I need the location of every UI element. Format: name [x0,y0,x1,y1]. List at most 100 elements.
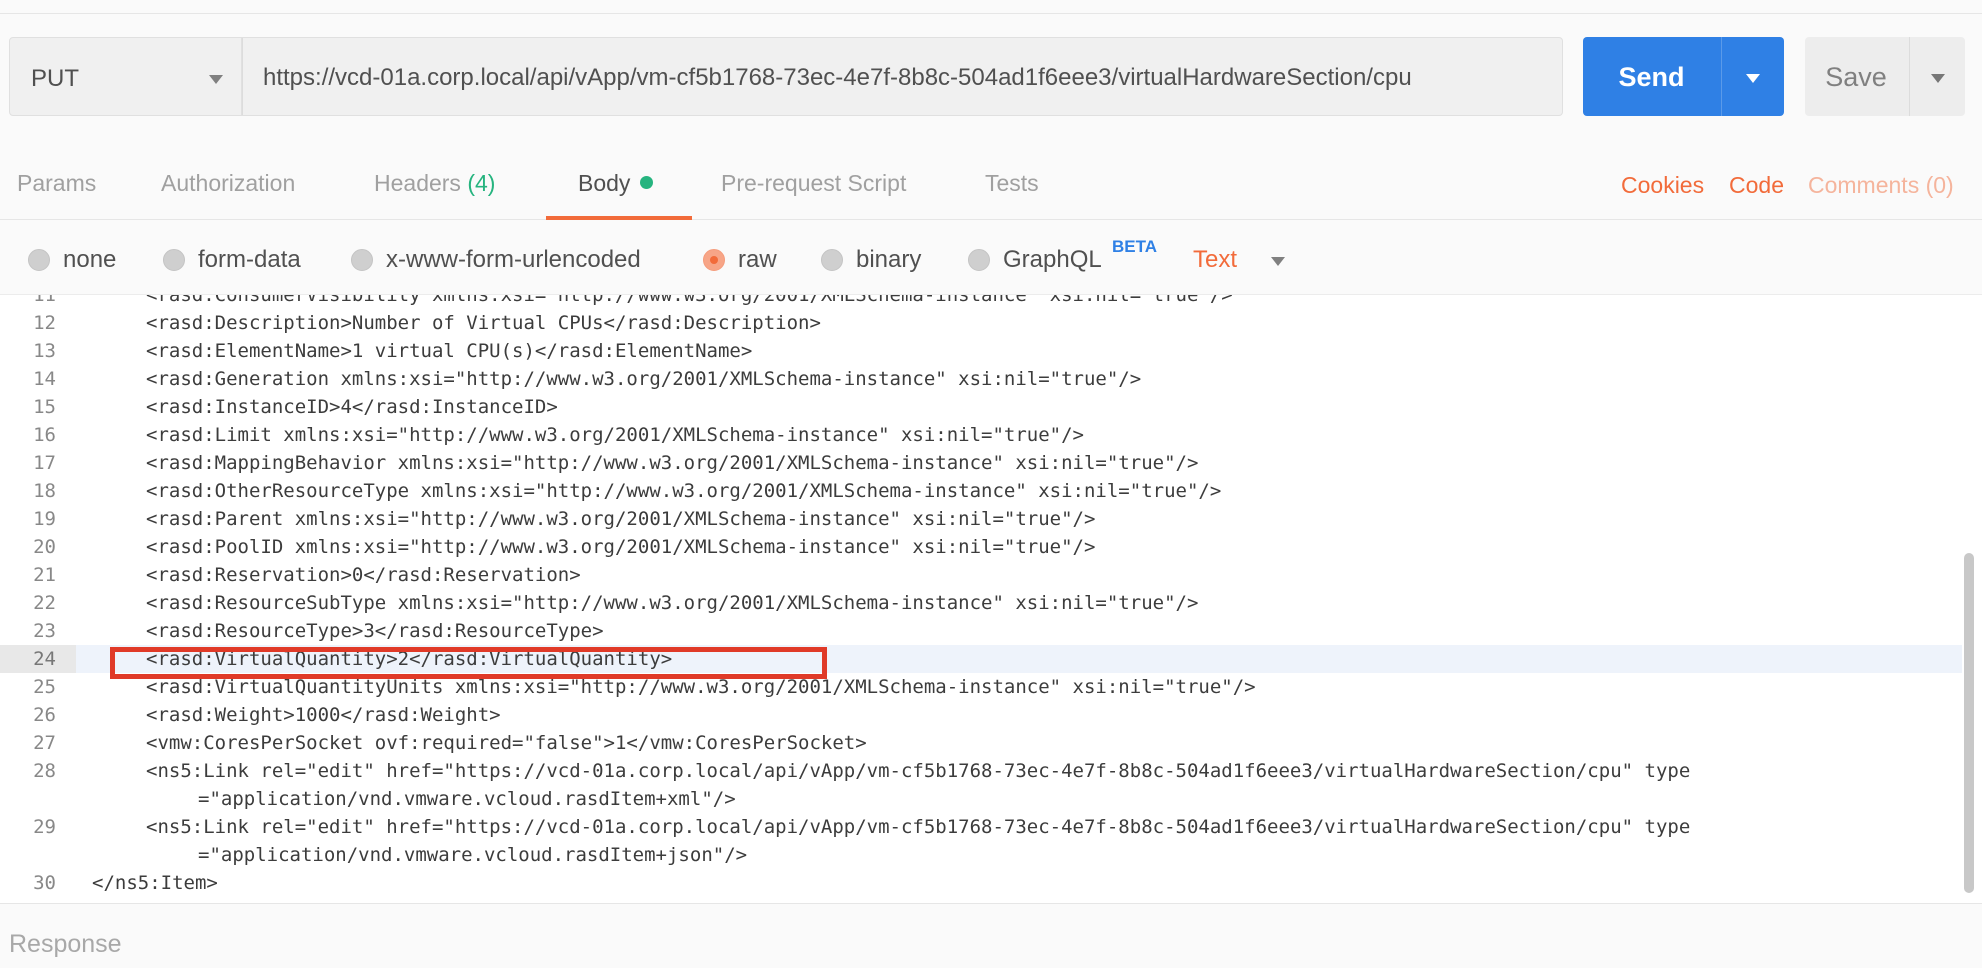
line-number: 23 [33,620,56,642]
radio-graphql[interactable] [968,249,990,271]
method-select[interactable]: PUT [9,37,242,116]
line-number: 20 [33,536,56,558]
code-line[interactable]: 16 <rasd:Limit xmlns:xsi="http://www.w3.o… [0,421,1962,449]
code-line[interactable]: 23 <rasd:ResourceType>3</rasd:ResourceTyp… [0,617,1962,645]
line-code: <rasd:Parent xmlns:xsi="http://www.w3.or… [146,508,1096,530]
line-number: 12 [33,312,56,334]
line-code: <ns5:Link rel="edit" href="https://vcd-0… [146,760,1691,782]
line-number: 18 [33,480,56,502]
line-number: 30 [33,872,56,894]
line-code: <rasd:PoolID xmlns:xsi="http://www.w3.or… [146,536,1096,558]
line-number: 14 [33,368,56,390]
code-line[interactable]: 28 <ns5:Link rel="edit" href="https://vcd… [0,757,1962,785]
tab-body[interactable]: Body [578,170,654,197]
line-number: 13 [33,340,56,362]
code-line[interactable]: 22 <rasd:ResourceSubType xmlns:xsi="http:… [0,589,1962,617]
cookies-link[interactable]: Cookies [1621,172,1704,199]
line-code: </ns5:Item> [92,872,218,894]
body-code-editor[interactable]: 11 <rasd:ConsumerVisibility xmlns:xsi="ht… [0,294,1982,904]
option-graphql-label[interactable]: GraphQL [1003,246,1102,274]
line-code: <rasd:ResourceSubType xmlns:xsi="http://… [146,592,1199,614]
line-number: 27 [33,732,56,754]
content-type-select[interactable]: Text [1193,246,1237,274]
line-code: <rasd:ResourceType>3</rasd:ResourceType> [146,620,604,642]
active-tab-underline [546,216,692,220]
code-line[interactable]: 15 <rasd:InstanceID>4</rasd:InstanceID> [0,393,1962,421]
line-number: 15 [33,396,56,418]
radio-raw[interactable] [703,249,725,271]
code-line[interactable]: ="application/vnd.vmware.vcloud.rasdItem… [0,785,1962,813]
line-number: 22 [33,592,56,614]
line-number: 19 [33,508,56,530]
line-code: <rasd:ConsumerVisibility xmlns:xsi="http… [146,294,1233,306]
method-value: PUT [31,65,79,92]
url-input[interactable]: https://vcd-01a.corp.local/api/vApp/vm-c… [242,37,1563,116]
code-line[interactable]: 17 <rasd:MappingBehavior xmlns:xsi="http:… [0,449,1962,477]
line-code: <rasd:ElementName>1 virtual CPU(s)</rasd… [146,340,753,362]
code-line[interactable]: 12 <rasd:Description>Number of Virtual CP… [0,309,1962,337]
request-tabs: Params Authorization Headers (4) Body Pr… [0,154,1982,220]
line-number: 17 [33,452,56,474]
line-number: 11 [33,294,56,306]
save-divider [1909,37,1910,116]
comments-link[interactable]: Comments (0) [1808,172,1954,199]
option-raw-label[interactable]: raw [738,246,777,274]
radio-urlencoded[interactable] [351,249,373,271]
option-none-label[interactable]: none [63,246,116,274]
line-code: <ns5:Link rel="edit" href="https://vcd-0… [146,816,1691,838]
code-line[interactable]: 27 <vmw:CoresPerSocket ovf:required="fals… [0,729,1962,757]
option-binary-label[interactable]: binary [856,246,921,274]
send-options-chevron-icon[interactable] [1746,74,1760,83]
content-type-chevron-icon[interactable] [1271,257,1285,266]
code-line[interactable]: 26 <rasd:Weight>1000</rasd:Weight> [0,701,1962,729]
highlight-annotation-box [110,647,827,679]
line-code: <vmw:CoresPerSocket ovf:required="false"… [146,732,867,754]
save-button[interactable]: Save [1805,37,1965,116]
code-line[interactable]: 18 <rasd:OtherResourceType xmlns:xsi="htt… [0,477,1962,505]
beta-badge: BETA [1112,237,1158,256]
tab-headers[interactable]: Headers (4) [374,170,495,197]
line-number: 25 [33,676,56,698]
code-line[interactable]: 14 <rasd:Generation xmlns:xsi="http://www… [0,365,1962,393]
option-form-data-label[interactable]: form-data [198,246,301,274]
code-line[interactable]: 11 <rasd:ConsumerVisibility xmlns:xsi="ht… [0,294,1962,309]
send-label: Send [1618,62,1685,92]
code-line[interactable]: 21 <rasd:Reservation>0</rasd:Reservation> [0,561,1962,589]
tab-prerequest-script[interactable]: Pre-request Script [721,170,906,197]
tab-headers-label: Headers [374,170,461,196]
option-urlencoded-label[interactable]: x-www-form-urlencoded [386,246,641,274]
tab-authorization[interactable]: Authorization [161,170,295,197]
line-number: 16 [33,424,56,446]
code-line[interactable]: ="application/vnd.vmware.vcloud.rasdItem… [0,841,1962,869]
top-border [0,0,1982,14]
send-button[interactable]: Send [1583,37,1784,116]
code-line[interactable]: 13 <rasd:ElementName>1 virtual CPU(s)</ra… [0,337,1962,365]
url-value: https://vcd-01a.corp.local/api/vApp/vm-c… [263,64,1412,91]
radio-binary[interactable] [821,249,843,271]
radio-form-data[interactable] [163,249,185,271]
tab-tests[interactable]: Tests [985,170,1039,197]
body-type-options: none form-data x-www-form-urlencoded raw… [0,222,1982,294]
editor-scrollbar[interactable] [1964,553,1974,893]
code-line[interactable]: 20 <rasd:PoolID xmlns:xsi="http://www.w3.… [0,533,1962,561]
code-line[interactable]: 19 <rasd:Parent xmlns:xsi="http://www.w3.… [0,505,1962,533]
send-divider [1721,37,1722,116]
code-link[interactable]: Code [1729,172,1784,199]
headers-count: (4) [467,170,496,196]
line-code: <rasd:Limit xmlns:xsi="http://www.w3.org… [146,424,1084,446]
line-code: <rasd:Reservation>0</rasd:Reservation> [146,564,581,586]
line-number: 28 [33,760,56,782]
line-code: <rasd:MappingBehavior xmlns:xsi="http://… [146,452,1199,474]
save-options-chevron-icon[interactable] [1931,74,1945,83]
radio-none[interactable] [28,249,50,271]
line-code: <rasd:Weight>1000</rasd:Weight> [146,704,501,726]
body-indicator-dot [640,176,654,189]
response-section-label: Response [9,930,122,958]
line-number: 26 [33,704,56,726]
code-line[interactable]: 29 <ns5:Link rel="edit" href="https://vcd… [0,813,1962,841]
tab-params[interactable]: Params [17,170,96,197]
code-line[interactable]: 30 </ns5:Item> [0,869,1962,897]
line-code: <rasd:OtherResourceType xmlns:xsi="http:… [146,480,1222,502]
chevron-down-icon [209,75,223,84]
line-code: <rasd:Generation xmlns:xsi="http://www.w… [146,368,1142,390]
